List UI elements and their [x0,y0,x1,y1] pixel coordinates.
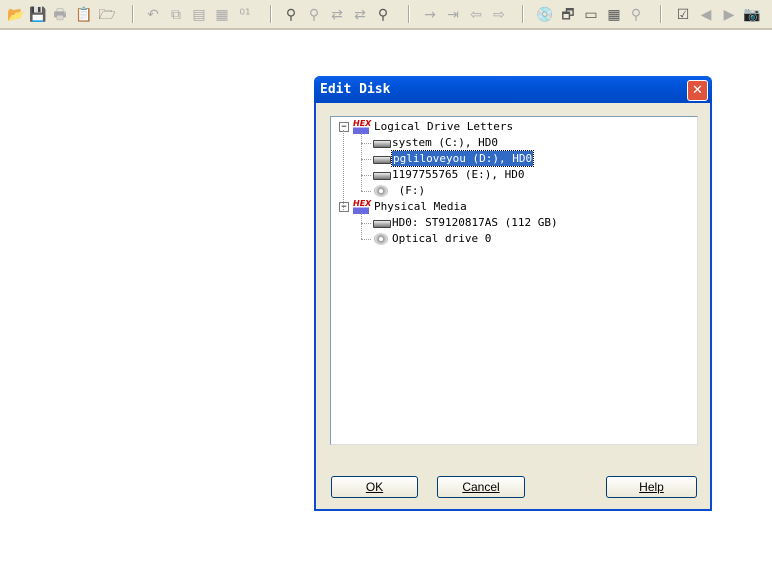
cancel-label: Cancel [462,480,500,494]
open-ram-icon[interactable]: 🗗 [558,5,578,25]
paste-icon[interactable]: ▦ [212,5,232,25]
toolbar-separator [522,5,524,23]
find-icon[interactable]: ⚲ [281,5,301,25]
hex-workshop-icon: HEX [353,200,371,214]
toolbar: 📂 💾 🖶 📋 🗁 ↶ ⧉ ▤ ▦ ⁰¹ ⚲ ⚲ ⇄ ⇄ ⚲ → ⇥ ⇦ ⇨ 💿 🗗 ▭ ▦ ⚲ ☑ ◀ ▶ 📷 [0,0,772,30]
tree-item[interactable]: HD0: ST9120817AS (112 GB) [392,215,558,230]
hard-drive-icon [373,156,391,164]
hard-drive-icon [373,172,391,180]
tree-item[interactable]: pgliloveyou (D:), HD0 [390,150,535,167]
tree-item[interactable]: (F:) [392,183,426,198]
tree-group[interactable]: Logical Drive Letters [374,119,513,134]
help-button[interactable]: Help [606,476,697,498]
binary-icon[interactable]: ⁰¹ [235,5,255,25]
go-to-offset-icon[interactable]: → [420,5,440,25]
undo-icon[interactable]: ↶ [143,5,163,25]
toolbar-separator [660,5,662,23]
collapse-toggle[interactable]: − [339,122,349,132]
close-button[interactable]: ✕ [687,80,708,101]
ok-button[interactable]: OK [331,476,418,498]
hard-drive-icon [373,140,391,148]
open-folder-multiple-icon[interactable]: 🗁 [97,5,117,25]
go-to-sector-icon[interactable]: ⇥ [443,5,463,25]
open-folder-icon[interactable]: 📂 [6,5,26,25]
tree-line [343,130,344,210]
drive-tree[interactable]: − HEX Logical Drive Letters system (C:), HD… [330,116,698,445]
replace-hex-icon[interactable]: ⇄ [350,5,370,25]
view-icon[interactable]: ⚲ [626,5,646,25]
dialog-titlebar[interactable]: Edit Disk ✕ [314,76,712,103]
ram-icon[interactable]: ▭ [581,5,601,25]
properties-icon[interactable]: 📋 [74,5,94,25]
tree-line [361,223,371,224]
tree-line [361,133,362,191]
find-again-icon[interactable]: ⚲ [373,5,393,25]
calculator-icon[interactable]: ▦ [604,5,624,25]
snapshot-icon[interactable]: 📷 [742,5,762,25]
tree-line [361,213,362,239]
cut-icon[interactable]: ▤ [189,5,209,25]
save-icon[interactable]: 💾 [28,5,48,25]
tree-line [361,175,371,176]
forward-icon[interactable]: ⇨ [489,5,509,25]
tree-item[interactable]: 1197755765 (E:), HD0 [392,167,524,182]
optical-drive-icon [374,233,388,245]
dialog-title: Edit Disk [320,82,391,97]
collapse-toggle[interactable]: − [339,202,349,212]
previous-icon[interactable]: ◀ [696,5,716,25]
tree-line [361,191,371,192]
back-icon[interactable]: ⇦ [466,5,486,25]
cancel-button[interactable]: Cancel [437,476,525,498]
tree-line [361,159,371,160]
find-hex-icon[interactable]: ⚲ [304,5,324,25]
hard-drive-icon [373,220,391,228]
tree-item[interactable]: system (C:), HD0 [392,135,498,150]
next-icon[interactable]: ▶ [719,5,739,25]
toolbar-separator [408,5,410,23]
tree-line [361,239,371,240]
checksum-icon[interactable]: ☑ [673,5,693,25]
tree-item[interactable]: Optical drive 0 [392,231,491,246]
tree-line [361,143,371,144]
edit-disk-icon[interactable]: 💿 [535,5,555,25]
print-icon[interactable]: 🖶 [50,5,70,25]
copy-icon[interactable]: ⧉ [166,5,186,25]
tree-group[interactable]: Physical Media [374,199,467,214]
hex-workshop-icon: HEX [353,120,371,134]
toolbar-separator [132,5,134,23]
replace-icon[interactable]: ⇄ [327,5,347,25]
edit-disk-dialog: Edit Disk ✕ − HEX Logical Drive Letters sys… [314,76,712,511]
optical-drive-icon [374,185,388,197]
toolbar-separator [270,5,272,23]
